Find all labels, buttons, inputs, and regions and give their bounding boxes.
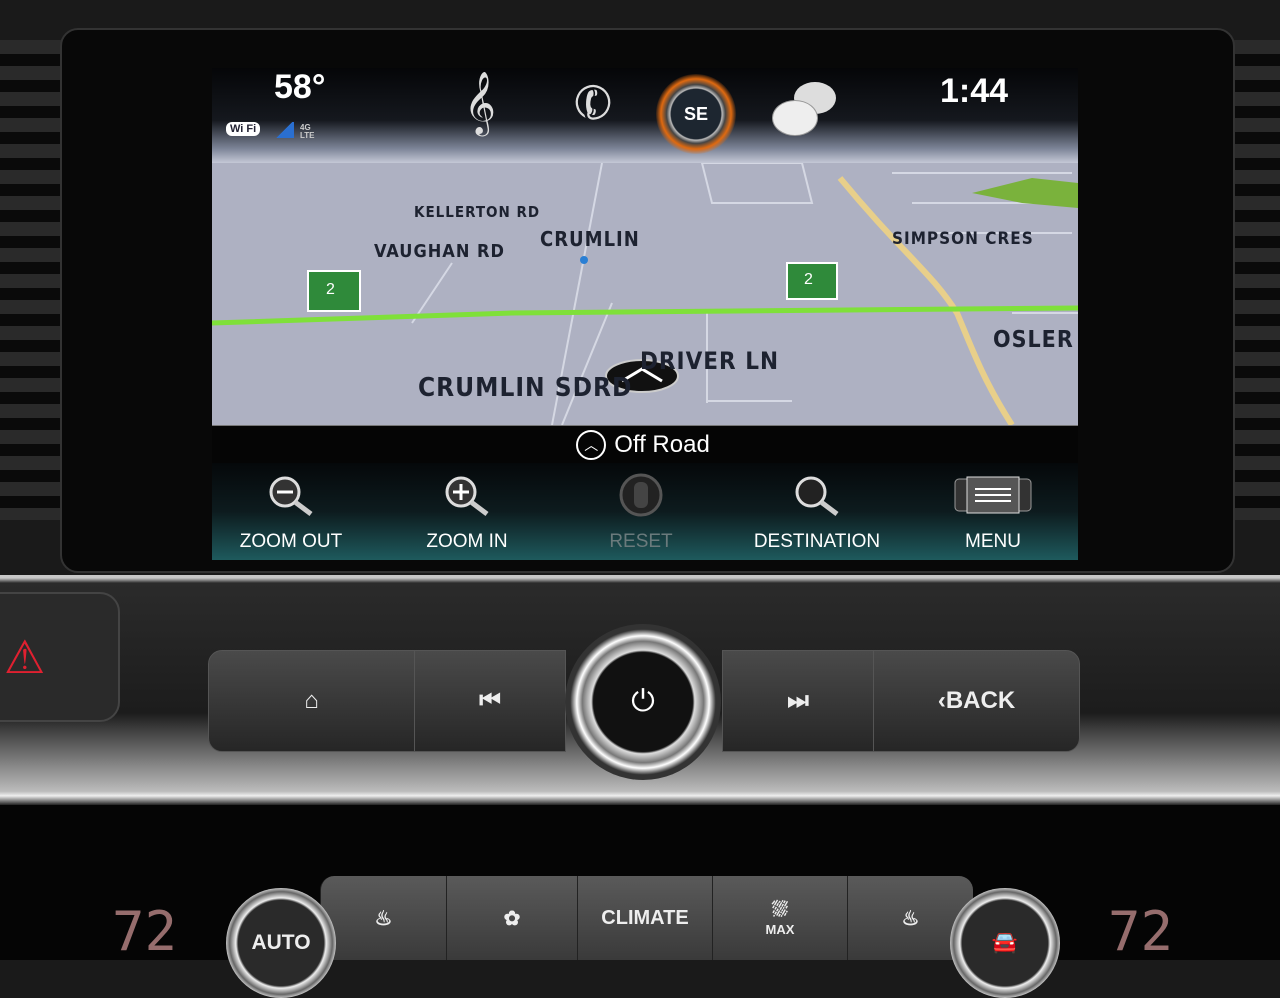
map-toolbar: ZOOM OUT ZOOM IN RESET DESTINATION MENU	[212, 463, 1078, 560]
destination-button[interactable]: DESTINATION	[742, 471, 892, 553]
map-label: CRUMLIN	[540, 227, 640, 251]
map-label: KELLERTON RD	[414, 203, 541, 221]
network-type: 4G LTE	[300, 123, 315, 140]
map-label: DRIVER LN	[640, 347, 780, 375]
highway-shield-number: 2	[804, 271, 813, 288]
zoom-in-label: ZOOM IN	[426, 531, 508, 552]
next-track-button[interactable]: ⏭	[722, 650, 874, 752]
menu-button[interactable]: MENU	[918, 471, 1068, 553]
crumlin-marker	[580, 256, 588, 264]
map-label: SIMPSON CRES	[892, 229, 1034, 249]
home-button[interactable]: ⌂	[208, 650, 415, 752]
navigation-map[interactable]: 2 2 KELLERTON RD VAUGHAN RD CRUMLIN SIMP…	[212, 163, 1078, 425]
guidance-text: Off Road	[614, 431, 710, 458]
defrost-icon: ⛆	[772, 899, 788, 921]
max-defrost-button[interactable]: ⛆ MAX	[712, 876, 847, 960]
right-temp-dial-recirculate[interactable]: 🚘	[950, 888, 1060, 998]
reset-label: RESET	[609, 531, 673, 552]
previous-track-icon: ⏮	[479, 687, 501, 714]
left-temperature: 72	[112, 900, 178, 963]
home-icon: ⌂	[304, 687, 319, 714]
map-label: OSLER	[993, 327, 1074, 353]
zoom-in-button[interactable]: ZOOM IN	[392, 471, 542, 553]
guidance-bar: ︿ Off Road	[212, 425, 1078, 465]
heated-seat-left-button[interactable]: ♨	[320, 876, 446, 960]
max-label: MAX	[765, 922, 795, 937]
back-label: BACK	[945, 687, 1016, 714]
heated-seat-icon: ♨	[901, 907, 920, 930]
secondary-road	[837, 176, 1015, 425]
left-temp-dial-auto[interactable]: AUTO	[226, 888, 336, 998]
auto-label: AUTO	[251, 931, 311, 954]
map-label: VAUGHAN RD	[374, 241, 505, 262]
next-track-icon: ⏭	[787, 687, 809, 714]
climate-label: CLIMATE	[601, 906, 689, 929]
compass-icon[interactable]: SE	[656, 74, 736, 154]
zoom-out-button[interactable]: ZOOM OUT	[216, 471, 366, 553]
destination-label: DESTINATION	[753, 531, 881, 552]
hazard-button[interactable]: ⚠	[0, 592, 120, 722]
zoom-in-icon	[392, 471, 542, 519]
right-air-vent	[1232, 40, 1280, 520]
back-icon: ‹	[937, 687, 946, 714]
zoom-out-icon	[216, 471, 366, 519]
fan-icon: ✿	[503, 907, 521, 930]
status-bar: 58° Wi Fi 4G LTE 𝄞 ✆ SE 1:44	[212, 68, 1078, 163]
fan-button[interactable]: ✿	[446, 876, 577, 960]
power-icon: ⏻	[631, 685, 655, 718]
right-temperature: 72	[1108, 900, 1174, 963]
highway-shield	[307, 262, 838, 312]
music-note-icon[interactable]: 𝄞	[464, 72, 496, 135]
map-roads	[212, 163, 1078, 425]
clock: 1:44	[940, 72, 1009, 110]
previous-track-button[interactable]: ⏮	[414, 650, 566, 752]
left-air-vent	[0, 40, 62, 520]
map-label: CRUMLIN SDRD	[418, 373, 633, 403]
reset-icon	[566, 471, 716, 519]
wifi-icon: Wi Fi	[226, 122, 261, 136]
phone-icon[interactable]: ✆	[566, 71, 621, 135]
reset-button[interactable]: RESET	[566, 471, 716, 553]
infotainment-screen: 58° Wi Fi 4G LTE 𝄞 ✆ SE 1:44 2 2 KELLERT…	[212, 68, 1078, 560]
power-volume-knob[interactable]: ⏻	[565, 624, 721, 780]
menu-label: MENU	[965, 531, 1021, 552]
signal-strength-icon	[274, 122, 294, 138]
compass-heading: SE	[683, 103, 708, 124]
climate-button[interactable]: CLIMATE	[577, 876, 712, 960]
outside-temperature: 58°	[274, 68, 326, 106]
chevron-up-icon: ︿	[576, 430, 607, 460]
heated-seat-icon: ♨	[374, 907, 393, 930]
back-button[interactable]: ‹ BACK	[873, 650, 1080, 752]
search-icon	[742, 471, 892, 519]
menu-icon	[918, 471, 1068, 519]
zoom-out-label: ZOOM OUT	[239, 531, 343, 552]
recirculation-icon: 🚘	[991, 931, 1019, 954]
highway-shield-number: 2	[326, 281, 335, 298]
messages-icon[interactable]	[772, 82, 847, 142]
